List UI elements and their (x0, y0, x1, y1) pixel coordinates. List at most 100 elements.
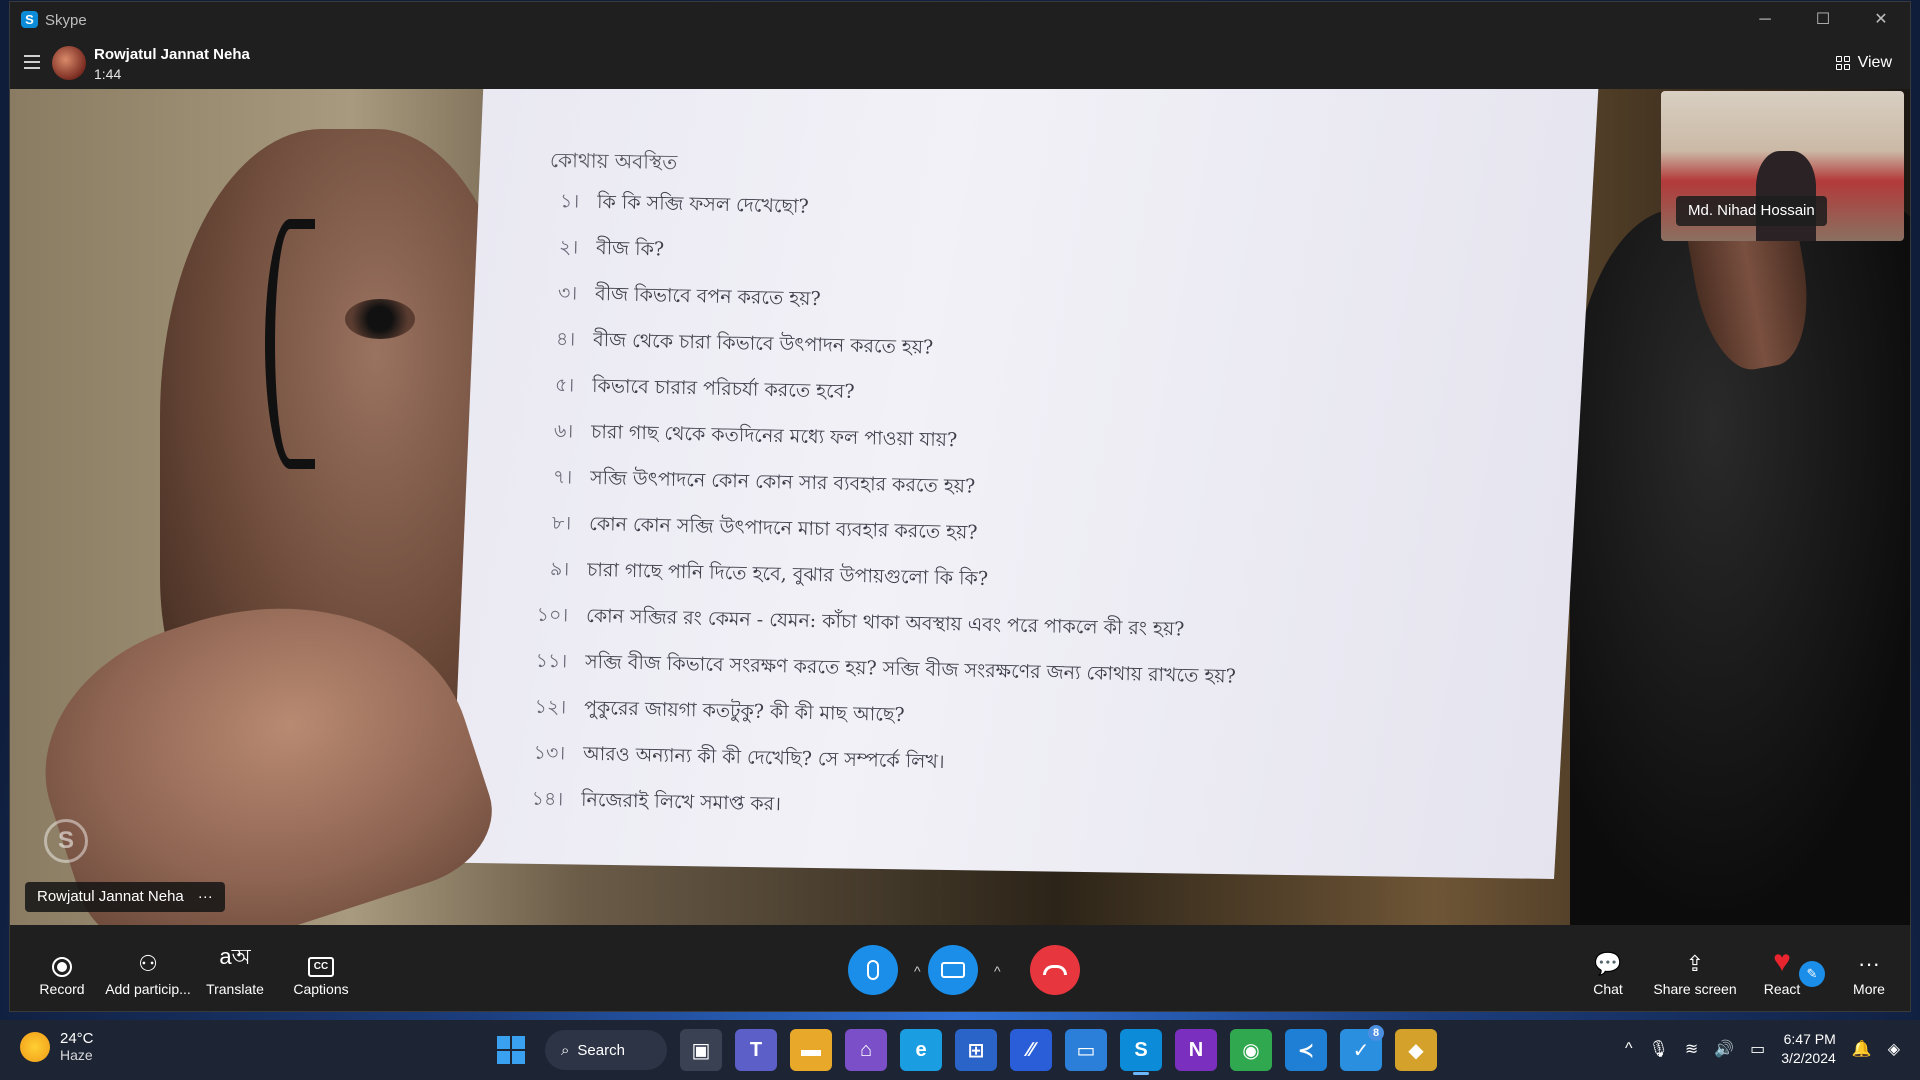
grid-view-icon (1835, 56, 1850, 70)
copilot-icon[interactable]: ◈ (1888, 1039, 1900, 1059)
question-number: ২। (558, 236, 579, 259)
end-call-button[interactable] (1030, 945, 1080, 995)
weather-temperature: 24°C (60, 1030, 94, 1047)
teams-icon[interactable]: T (735, 1029, 777, 1071)
microphone-icon (867, 960, 879, 980)
captions-icon: CC (308, 957, 334, 977)
vscode-icon[interactable]: ≺ (1285, 1029, 1327, 1071)
question-text: পুকুরের জায়গা কতটুকু? কী কী মাছ আছে? (583, 696, 905, 727)
share-screen-label: Share screen (1653, 981, 1737, 997)
call-controls: Record ⚇ Add particip... aঅ Translate CC… (10, 925, 1910, 1011)
record-icon (52, 957, 72, 977)
translate-label: Translate (206, 981, 264, 997)
weather-sun-icon (20, 1031, 50, 1062)
volume-icon[interactable]: 🔊 (1714, 1039, 1734, 1059)
whiteboard-icon[interactable]: ∕∕ (1010, 1029, 1052, 1071)
more-label: More (1853, 981, 1885, 997)
more-button[interactable]: ··· More (1824, 925, 1910, 1011)
weather-widget[interactable]: 24°C Haze (20, 1030, 94, 1063)
question-text: আরও অন্যান্য কী কী দেখেছি? সে সম্পর্কে ল… (582, 742, 945, 774)
question-text: চারা গাছে পানি দিতে হবে, বুঝার উপায়গুলো… (587, 558, 989, 590)
view-button[interactable]: View (1835, 54, 1892, 72)
microsoft-store-icon[interactable]: ⊞ (955, 1029, 997, 1071)
main-participant-tag[interactable]: Rowjatul Jannat Neha ··· (25, 882, 225, 912)
chrome-icon[interactable]: ◉ (1230, 1029, 1272, 1071)
close-window-button[interactable]: ✕ (1852, 2, 1910, 38)
taskbar: 24°C Haze ⌕ Search ▣ T ▬ ⌂ e ⊞ ∕∕ ▭ S N ◉ ≺ ✓ 8 ◆ ^ 🎙 … (0, 1020, 1920, 1080)
wifi-icon[interactable]: ≋ (1685, 1039, 1698, 1059)
skype-icon[interactable]: S (1120, 1029, 1162, 1075)
record-button[interactable]: Record (17, 925, 107, 1011)
task-view-icon[interactable]: ▣ (680, 1029, 722, 1071)
participant-more-icon[interactable]: ··· (198, 882, 213, 912)
heart-icon: ♥ (1773, 945, 1791, 978)
question-text: কোন কোন সব্জি উৎপাদনে মাচা ব্যবহার করতে … (588, 512, 978, 544)
translate-button[interactable]: aঅ Translate (190, 925, 280, 1011)
clock[interactable]: 6:47 PM 3/2/2024 (1781, 1030, 1836, 1068)
tray-microphone-icon[interactable]: 🎙 (1649, 1039, 1669, 1059)
search-label: Search (577, 1041, 625, 1059)
question-number: ৮। (551, 512, 571, 535)
add-participant-label: Add particip... (105, 981, 191, 997)
hang-up-icon (1043, 965, 1067, 975)
taskbar-apps: ⌕ Search ▣ T ▬ ⌂ e ⊞ ∕∕ ▭ S N ◉ ≺ ✓ 8 ◆ (490, 1025, 1437, 1075)
headset (265, 219, 315, 469)
clock-date: 3/2/2024 (1781, 1050, 1836, 1066)
translate-icon: aঅ (219, 944, 251, 969)
question-text: চারা গাছ থেকে কতদিনের মধ্যে ফল পাওয়া যা… (590, 420, 958, 452)
question-number: ৪। (556, 328, 576, 351)
share-screen-button[interactable]: ⇪ Share screen (1650, 925, 1740, 1011)
question-number: ৫। (554, 374, 575, 397)
remote-desktop-icon[interactable]: ▭ (1065, 1029, 1107, 1071)
skype-window: S Skype ─ ☐ ✕ Rowjatul Jannat Neha 1:44 … (9, 1, 1911, 1012)
self-view-video[interactable]: Md. Nihad Hossain (1661, 91, 1904, 241)
add-person-icon: ⚇ (138, 951, 158, 976)
mic-options-chevron-icon[interactable]: ^ (914, 963, 921, 979)
onenote-icon[interactable]: N (1175, 1029, 1217, 1071)
caller-avatar[interactable] (52, 46, 86, 80)
notification-bell-icon[interactable]: 🔔 (1852, 1039, 1872, 1059)
captions-label: Captions (293, 981, 349, 997)
notification-badge: 8 (1368, 1025, 1384, 1041)
question-text: সব্জি উৎপাদনে কোন কোন সার ব্যবহার করতে হ… (589, 466, 976, 498)
tray-chevron-icon[interactable]: ^ (1625, 1040, 1633, 1058)
microphone-button[interactable] (848, 945, 898, 995)
video-stage: কোথায় অবস্থিত ১। কি কি সব্জি ফসল দেখেছো?… (10, 89, 1910, 925)
taskbar-search[interactable]: ⌕ Search (545, 1030, 667, 1070)
question-text: কিভাবে চারার পরিচর্যা করতে হবে? (592, 374, 855, 403)
question-text: কি কি সব্জি ফসল দেখেছো? (596, 190, 809, 218)
search-icon: ⌕ (561, 1041, 570, 1059)
edge-icon[interactable]: e (900, 1029, 942, 1071)
hamburger-menu-icon[interactable] (24, 55, 40, 69)
question-list: ১। কি কি সব্জি ফসল দেখেছো? ২। বীজ কি? ৩। বীজ … (532, 189, 1355, 833)
main-participant-name: Rowjatul Jannat Neha (37, 888, 184, 905)
caller-name: Rowjatul Jannat Neha (94, 46, 250, 63)
more-dots-icon: ··· (1858, 951, 1880, 976)
chat-button[interactable]: 💬 Chat (1563, 925, 1653, 1011)
captions-button[interactable]: CC Captions (276, 925, 366, 1011)
record-label: Record (39, 981, 85, 997)
maximize-button[interactable]: ☐ (1794, 2, 1852, 38)
file-explorer-icon[interactable]: ▬ (790, 1029, 832, 1071)
camera-options-chevron-icon[interactable]: ^ (994, 963, 1001, 979)
question-number: ১১। (535, 649, 568, 673)
clock-time: 6:47 PM (1783, 1031, 1836, 1047)
skype-logo-icon: S (21, 11, 38, 28)
preview-app-icon[interactable]: ⌂ (845, 1029, 887, 1071)
start-button[interactable] (490, 1029, 532, 1071)
question-number: ৭। (552, 466, 573, 489)
question-text: সব্জি বীজ কিভাবে সংরক্ষণ করতে হয়? সব্জি… (584, 650, 1237, 688)
add-participant-button[interactable]: ⚇ Add particip... (103, 925, 193, 1011)
tools-icon[interactable]: ✓ 8 (1340, 1025, 1384, 1071)
paper-heading: কোথায় অবস্থিত (549, 147, 678, 175)
share-screen-icon: ⇪ (1685, 951, 1705, 976)
minimize-button[interactable]: ─ (1736, 2, 1794, 38)
question-text: কোন সব্জির রং কেমন - যেমন: কাঁচা থাকা অব… (586, 604, 1185, 641)
view-label: View (1857, 54, 1892, 71)
app-title: Skype (45, 12, 87, 29)
git-icon[interactable]: ◆ (1395, 1029, 1437, 1071)
question-number: ৩। (557, 282, 577, 305)
battery-icon[interactable]: ▭ (1750, 1039, 1765, 1059)
pen-icon[interactable]: ✎ (1799, 961, 1825, 987)
camera-button[interactable] (928, 945, 978, 995)
